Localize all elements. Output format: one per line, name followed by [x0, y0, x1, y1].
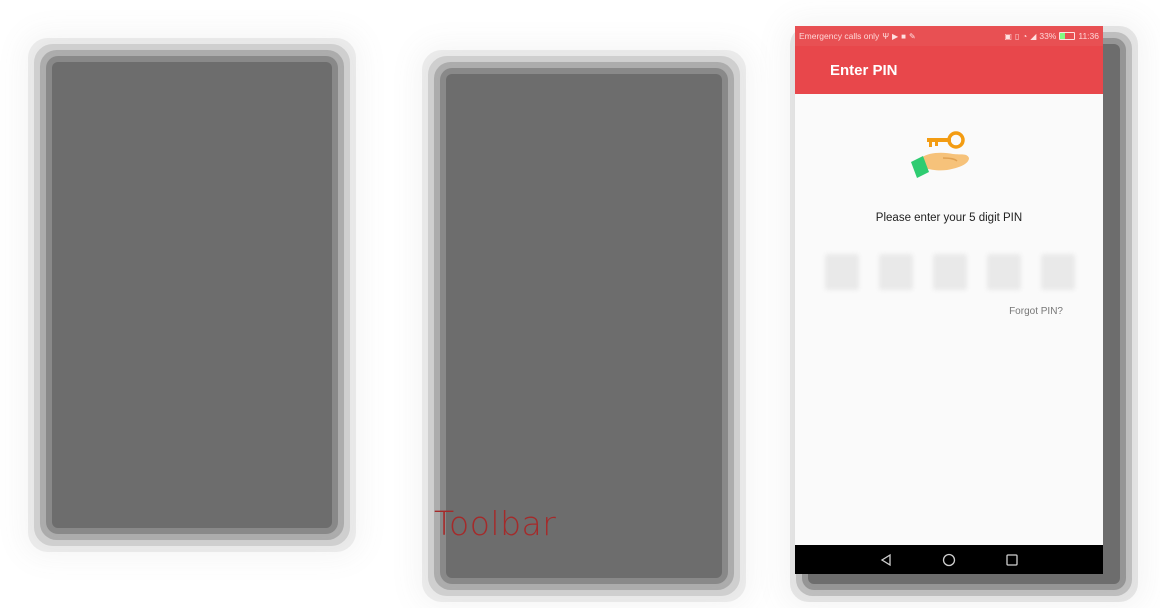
recents-icon[interactable]	[1003, 551, 1021, 569]
video-icon: ■	[901, 31, 906, 41]
system-nav-bar	[795, 545, 1103, 574]
wrench-icon: ✎	[909, 31, 916, 41]
pin-digit-field-5[interactable]	[1041, 254, 1075, 290]
vibrate-icon: ▯	[1014, 31, 1020, 41]
pin-digit-field-4[interactable]	[987, 254, 1021, 290]
wifi-icon: ◔	[1022, 31, 1028, 41]
pin-input-row[interactable]	[825, 254, 1075, 290]
status-bar: Emergency calls only Ψ ▶ ■ ✎ ▣ ▯ ◔ ◢ 33%…	[795, 26, 1103, 46]
battery-percent: 33%	[1039, 31, 1057, 41]
pin-entry-content: Please enter your 5 digit PIN	[795, 94, 1103, 545]
screenshot-stage: Toolbar Emergency calls only Ψ ▶ ■ ✎ ▣ ▯…	[0, 0, 1160, 608]
forgot-pin-link[interactable]: Forgot PIN?	[1009, 306, 1063, 317]
blurred-screen-placeholder-1	[52, 62, 332, 528]
status-time: 11:36	[1078, 31, 1099, 41]
app-toolbar: Enter PIN	[795, 46, 1103, 94]
pin-digit-field-1[interactable]	[825, 254, 859, 290]
pin-digit-field-2[interactable]	[879, 254, 913, 290]
toolbar-caption: Toolbar	[434, 504, 557, 543]
toolbar-title: Enter PIN	[830, 61, 898, 79]
pin-prompt-text: Please enter your 5 digit PIN	[875, 212, 1023, 224]
back-icon[interactable]	[877, 551, 895, 569]
signal-icon: ◢	[1030, 31, 1037, 41]
nfc-icon: ▣	[1004, 31, 1012, 41]
battery-icon	[1059, 32, 1076, 40]
home-icon[interactable]	[940, 551, 958, 569]
usb-icon: Ψ	[882, 31, 889, 41]
pin-digit-field-3[interactable]	[933, 254, 967, 290]
key-in-hand-icon	[911, 131, 969, 178]
play-icon: ▶	[892, 31, 899, 41]
status-carrier-text: Emergency calls only	[799, 31, 880, 41]
blurred-screen-placeholder-2	[446, 74, 722, 578]
phone-screen: Emergency calls only Ψ ▶ ■ ✎ ▣ ▯ ◔ ◢ 33%…	[795, 26, 1103, 574]
